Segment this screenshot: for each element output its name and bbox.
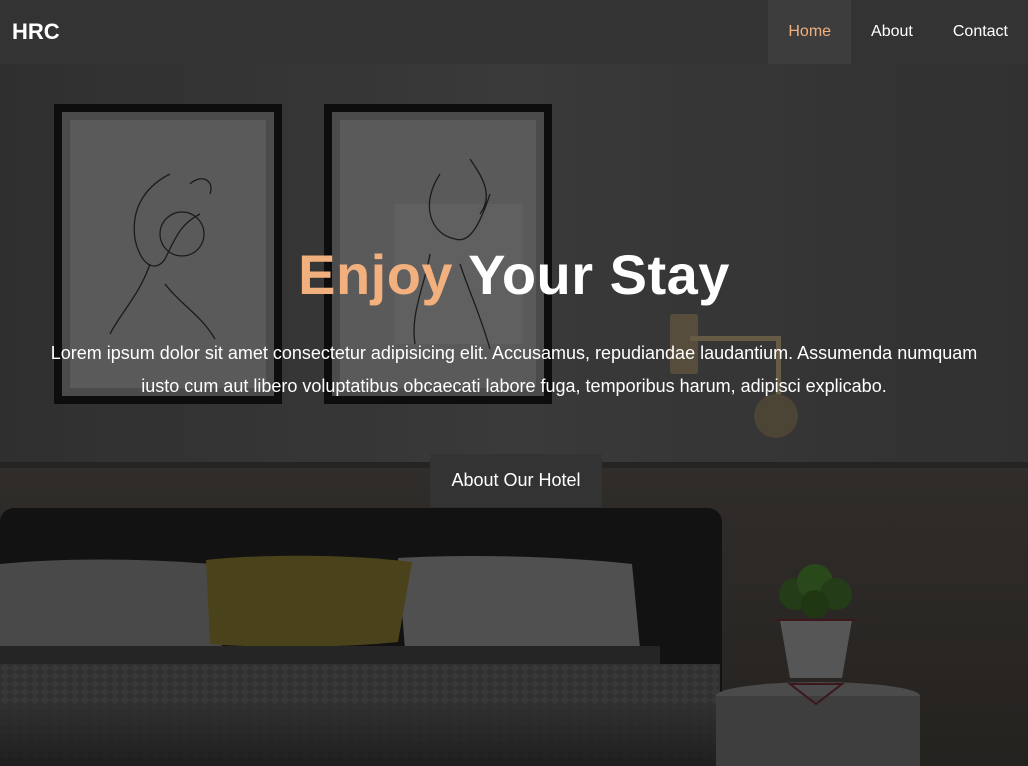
hero-title-accent: Enjoy bbox=[298, 243, 454, 306]
nav-links: Home About Contact bbox=[768, 0, 1028, 64]
nav-about-link[interactable]: About bbox=[851, 0, 933, 64]
nav-contact-link[interactable]: Contact bbox=[933, 0, 1028, 64]
hero-title-rest: Your Stay bbox=[453, 243, 730, 306]
nav-home-link[interactable]: Home bbox=[768, 0, 852, 64]
navbar: HRC Home About Contact bbox=[0, 0, 1028, 64]
hero-title: Enjoy Your Stay bbox=[0, 242, 1028, 307]
brand-logo[interactable]: HRC bbox=[12, 0, 60, 64]
hero-description: Lorem ipsum dolor sit amet consectetur a… bbox=[50, 343, 978, 396]
about-hotel-button[interactable]: About Our Hotel bbox=[430, 454, 602, 507]
hero-section: Enjoy Your Stay Lorem ipsum dolor sit am… bbox=[0, 64, 1028, 766]
hero-overlay bbox=[0, 64, 1028, 766]
